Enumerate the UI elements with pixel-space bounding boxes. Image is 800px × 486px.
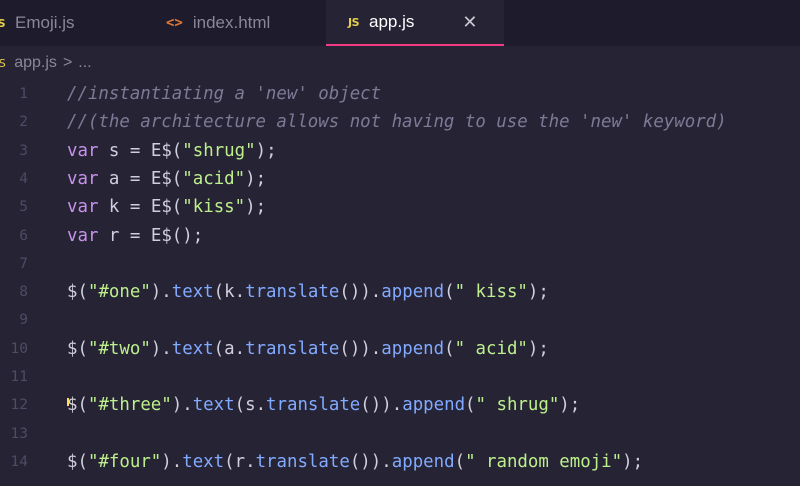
code-text: var r = E$(); [67,225,204,246]
line-number: 9 [19,312,28,329]
tab-emoji-js[interactable]: JS Emoji.js [0,0,144,46]
breadcrumb-rest[interactable]: ... [78,54,91,72]
tab-label: app.js [369,12,415,31]
line-number: 11 [10,369,28,385]
code-line[interactable]: 11 [0,363,800,391]
code-line[interactable]: 2 //(the architecture allows not having t… [0,108,800,136]
line-number: 12 [10,397,28,414]
code-line[interactable]: 1 //instantiating a 'new' object [0,80,800,108]
code-text: //(the architecture allows not having to… [67,112,727,133]
code-line[interactable]: 9 [0,306,800,334]
tab-index-html[interactable]: <> index.html [166,0,326,46]
line-number: 4 [19,170,28,187]
html-file-icon: <> [166,15,183,31]
code-editor[interactable]: 1 //instantiating a 'new' object 2 //(the a… [0,80,800,486]
code-line[interactable]: 7 [0,250,800,278]
close-icon[interactable]: ✕ [462,12,477,33]
code-text: $("#two").text(a.translate()).append(" a… [67,338,549,359]
code-line[interactable]: 3 var s = E$("shrug"); [0,137,800,165]
js-file-icon: JS [348,15,360,29]
code-text: var a = E$("acid"); [67,168,267,189]
line-number: 7 [19,255,28,272]
line-number: 8 [19,284,28,301]
code-text: var k = E$("kiss"); [67,197,267,218]
tab-bar: JS Emoji.js <> index.html JS app.js ✕ [0,0,800,46]
code-text: var s = E$("shrug"); [67,140,277,161]
tab-label: Emoji.js [15,13,75,32]
line-number: 10 [10,340,28,357]
code-line[interactable]: 13 [0,420,800,448]
code-line[interactable]: 5 var k = E$("kiss"); [0,193,800,221]
line-number: 5 [19,199,28,216]
code-line[interactable]: 8 $("#one").text(k.translate()).append(" … [0,278,800,306]
line-number: 3 [19,142,28,159]
code-line[interactable]: 14 $("#four").text(r.translate()).append(… [0,448,800,476]
code-line[interactable]: 4 var a = E$("acid"); [0,165,800,193]
code-text: $("#three").text(s.translate()).append("… [67,395,581,416]
code-line[interactable]: 12 $("#three").text(s.translate()).append… [0,391,800,419]
code-text: $("#one").text(k.translate()).append(" k… [67,282,549,303]
line-number: 1 [19,86,28,102]
text-cursor [67,398,69,406]
tab-app-js[interactable]: JS app.js ✕ [326,0,504,46]
js-file-icon: JS [0,56,6,70]
breadcrumb: JS app.js > ... [0,50,800,76]
line-number: 6 [19,227,28,244]
line-number: 13 [10,425,28,442]
js-file-icon: JS [0,16,6,30]
code-line[interactable]: 6 var r = E$(); [0,222,800,250]
breadcrumb-file[interactable]: app.js [14,54,57,72]
code-line[interactable]: 10 $("#two").text(a.translate()).append("… [0,335,800,363]
tab-label: index.html [192,13,271,32]
line-number: 14 [10,453,28,470]
code-text: $("#four").text(r.translate()).append(" … [67,451,644,472]
breadcrumb-separator: > [62,54,73,71]
code-text: //instantiating a 'new' object [67,84,382,104]
line-number: 2 [19,114,28,131]
